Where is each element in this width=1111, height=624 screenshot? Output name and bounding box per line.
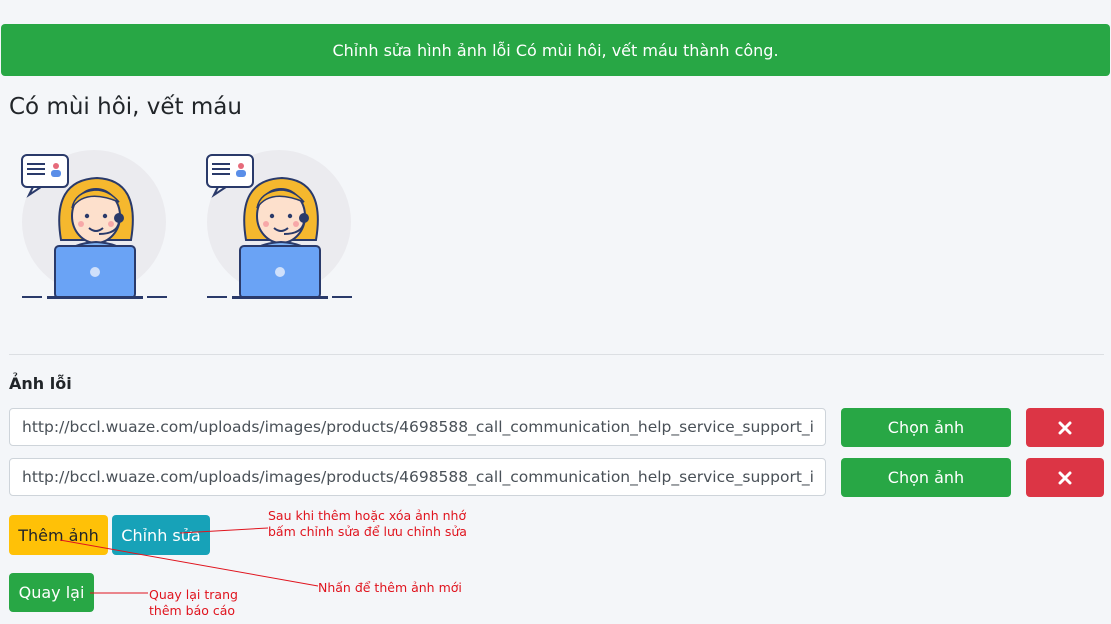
defect-image-1 [19,150,169,302]
choose-image-button-1[interactable]: Chọn ảnh [841,408,1011,447]
image-url-input-1[interactable] [9,408,826,446]
support-agent-illustration [206,150,352,299]
edit-button[interactable]: Chỉnh sửa [112,515,210,555]
edit-hint-annotation: Sau khi thêm hoặc xóa ảnh nhớ bấm chỉnh … [268,508,467,540]
remove-image-button-2[interactable] [1026,458,1104,497]
close-icon [1058,421,1072,434]
add-hint-annotation: Nhấn để thêm ảnh mới [318,580,462,595]
support-agent-illustration [21,150,167,299]
defect-images-label: Ảnh lỗi [9,374,72,393]
back-hint-line-1: Quay lại trang [149,587,238,602]
back-hint-annotation: Quay lại trang thêm báo cáo [149,587,238,619]
edit-hint-line-1: Sau khi thêm hoặc xóa ảnh nhớ [268,508,467,523]
remove-image-button-1[interactable] [1026,408,1104,447]
success-alert-message: Chỉnh sửa hình ảnh lỗi Có mùi hôi, vết m… [332,40,779,60]
defect-image-2 [204,150,354,302]
image-url-input-2[interactable] [9,458,826,496]
success-alert: Chỉnh sửa hình ảnh lỗi Có mùi hôi, vết m… [1,24,1110,76]
close-icon [1058,471,1072,484]
back-button[interactable]: Quay lại [9,573,94,612]
add-image-button[interactable]: Thêm ảnh [9,515,108,555]
edit-hint-line-2: bấm chỉnh sửa để lưu chỉnh sửa [268,524,467,539]
choose-image-button-2[interactable]: Chọn ảnh [841,458,1011,497]
section-divider [9,354,1104,355]
back-hint-line-2: thêm báo cáo [149,603,236,618]
page-title: Có mùi hôi, vết máu [9,94,242,120]
